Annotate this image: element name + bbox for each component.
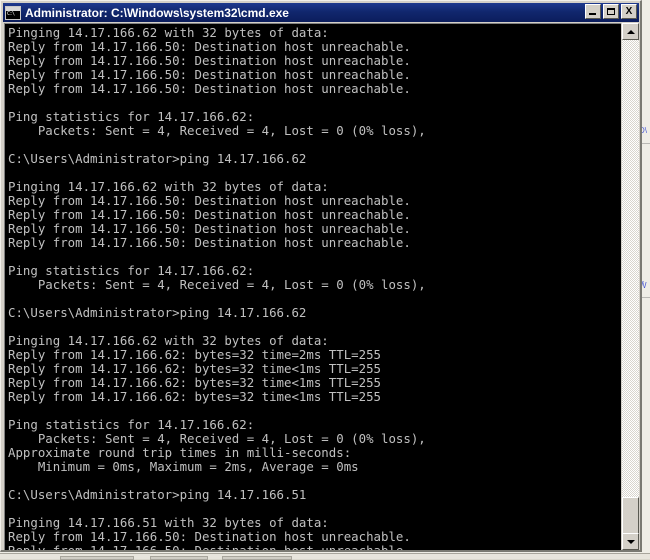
scroll-up-button[interactable] (622, 23, 639, 40)
console-output-area[interactable]: Pinging 14.17.166.62 with 32 bytes of da… (4, 23, 621, 550)
console-text: Pinging 14.17.166.62 with 32 bytes of da… (8, 25, 426, 551)
minimize-button[interactable] (585, 4, 601, 19)
scroll-down-button[interactable] (622, 533, 639, 550)
window-controls: X (585, 4, 637, 19)
minimize-icon (589, 13, 596, 15)
maximize-icon (607, 8, 615, 15)
cmd-console-icon: C:\ (5, 5, 21, 20)
close-icon: X (625, 5, 633, 17)
taskbar-button[interactable] (222, 556, 292, 560)
taskbar-button[interactable] (60, 556, 134, 560)
vertical-scrollbar[interactable] (622, 23, 639, 550)
window-title: Administrator: C:\Windows\system32\cmd.e… (25, 5, 289, 20)
title-bar[interactable]: C:\ Administrator: C:\Windows\system32\c… (3, 3, 639, 22)
scrollbar-track[interactable] (622, 40, 639, 545)
chevron-up-icon (626, 29, 635, 34)
maximize-button[interactable] (603, 4, 619, 19)
cmd-icon-prompt-text: C:\ (7, 10, 15, 17)
cmd-window: C:\ Administrator: C:\Windows\system32\c… (0, 0, 642, 552)
taskbar-button[interactable] (150, 556, 208, 560)
close-button[interactable]: X (621, 4, 637, 19)
taskbar (0, 553, 650, 560)
chevron-down-icon (626, 539, 635, 544)
